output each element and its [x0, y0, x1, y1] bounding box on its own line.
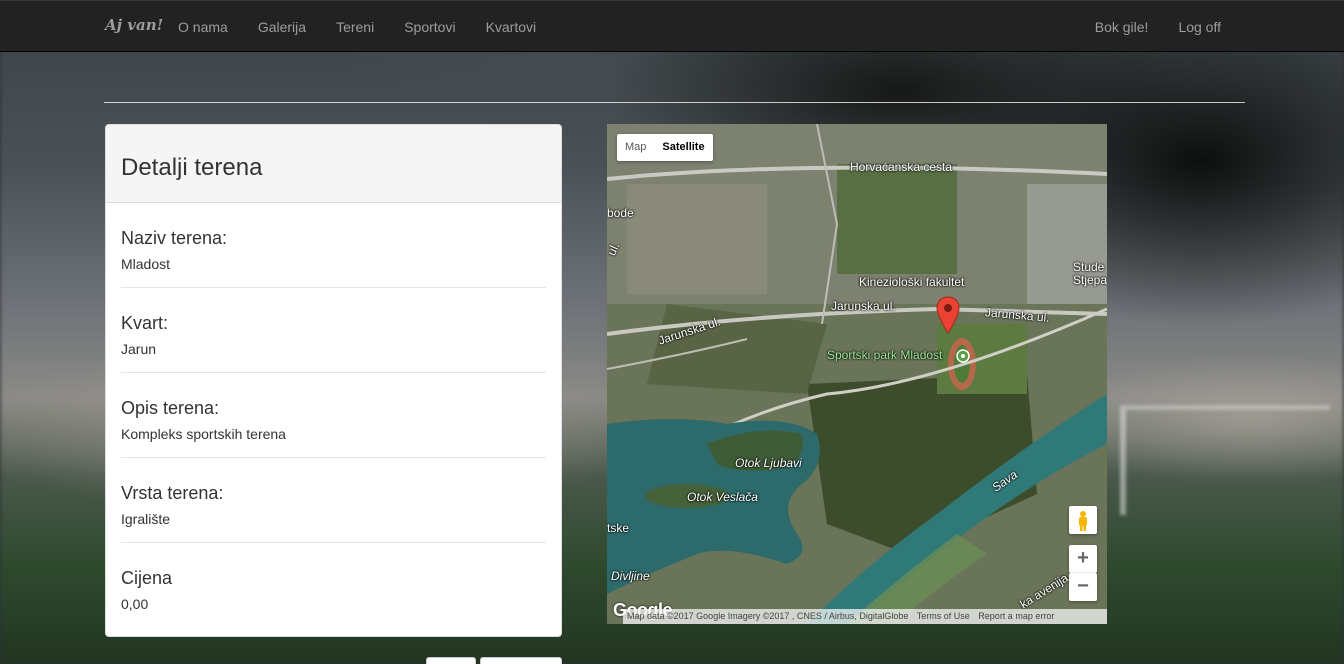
- map-label-kinezioloski: Kineziološki fakultet: [859, 275, 965, 289]
- zoom-in-button[interactable]: +: [1069, 545, 1097, 573]
- panel-body: Naziv terena: Mladost Kvart: Jarun Opis …: [106, 203, 561, 628]
- map-label-stjepan: Stjepa: [1073, 273, 1107, 287]
- map-label-otok-ljubavi: Otok Ljubavi: [735, 456, 802, 470]
- nav-link-galerija[interactable]: Galerija: [243, 1, 321, 53]
- field-opis: Opis terena: Kompleks sportskih terena: [121, 373, 546, 458]
- map-type-map-button[interactable]: Map: [617, 134, 654, 161]
- nav-links: O nama Galerija Tereni Sportovi Kvartovi: [163, 1, 551, 53]
- map-label-jarunska-mid: Jarunska ul.: [831, 299, 896, 313]
- bottom-button-1[interactable]: [426, 657, 476, 664]
- pegman-icon: [1079, 511, 1087, 531]
- field-kvart: Kvart: Jarun: [121, 288, 546, 373]
- field-value: Igralište: [121, 511, 171, 527]
- terms-of-use-link[interactable]: Terms of Use: [917, 611, 970, 621]
- map-label-otok-veslaca: Otok Veslača: [687, 490, 758, 504]
- map-label-horvacanska: Horvaćanska cesta: [850, 160, 953, 174]
- satellite-imagery: [607, 124, 1107, 624]
- nav-link-kvartovi[interactable]: Kvartovi: [471, 1, 552, 53]
- map[interactable]: Map Satellite Horvaćanska cesta bode ul.…: [607, 124, 1107, 624]
- panel-heading: Detalji terena: [106, 125, 561, 203]
- map-label-sportski-park: Sportski park Mladost: [827, 348, 943, 362]
- brand-logo[interactable]: Aj van!: [105, 16, 163, 34]
- nav-link-sportovi[interactable]: Sportovi: [389, 1, 470, 53]
- details-panel: Detalji terena Naziv terena: Mladost Kva…: [105, 124, 562, 637]
- map-data-credit: Map data ©2017 Google Imagery ©2017 , CN…: [627, 611, 909, 621]
- user-greeting-link[interactable]: Bok gile!: [1080, 1, 1164, 53]
- field-cijena: Cijena 0,00: [121, 543, 546, 628]
- park-poi-icon: [956, 349, 970, 363]
- field-label: Cijena: [121, 568, 173, 588]
- field-value: Jarun: [121, 341, 157, 357]
- nav-right: Bok gile! Log off: [1080, 1, 1236, 53]
- field-value: Kompleks sportskih terena: [121, 426, 286, 442]
- map-label-student: Stude: [1073, 260, 1105, 274]
- field-naziv: Naziv terena: Mladost: [121, 203, 546, 288]
- bottom-button-2[interactable]: [480, 657, 562, 664]
- map-type-control: Map Satellite: [617, 134, 713, 161]
- location-pin-icon[interactable]: [936, 296, 960, 334]
- map-label-bode: bode: [607, 206, 634, 220]
- logoff-link[interactable]: Log off: [1163, 1, 1236, 53]
- map-attribution: Map data ©2017 Google Imagery ©2017 , CN…: [623, 609, 1107, 624]
- field-label: Opis terena:: [121, 398, 220, 418]
- report-map-error-link[interactable]: Report a map error: [978, 611, 1054, 621]
- field-label: Naziv terena:: [121, 228, 228, 248]
- map-label-divljine: Divljine: [611, 569, 650, 583]
- map-label-tske: tske: [607, 521, 630, 535]
- nav-link-tereni[interactable]: Tereni: [321, 1, 389, 53]
- field-value: 0,00: [121, 596, 149, 612]
- field-value: Mladost: [121, 256, 171, 272]
- field-label: Vrsta terena:: [121, 483, 224, 503]
- divider: [104, 102, 1245, 103]
- field-label: Kvart:: [121, 313, 169, 333]
- map-type-satellite-button[interactable]: Satellite: [654, 134, 712, 161]
- nav-link-o-nama[interactable]: O nama: [163, 1, 243, 53]
- zoom-out-button[interactable]: −: [1069, 573, 1097, 601]
- background-goal: [1120, 405, 1330, 515]
- street-view-pegman-button[interactable]: [1069, 506, 1097, 534]
- panel-title: Detalji terena: [121, 154, 263, 181]
- field-vrsta: Vrsta terena: Igralište: [121, 458, 546, 543]
- navbar: Aj van! O nama Galerija Tereni Sportovi …: [0, 0, 1344, 52]
